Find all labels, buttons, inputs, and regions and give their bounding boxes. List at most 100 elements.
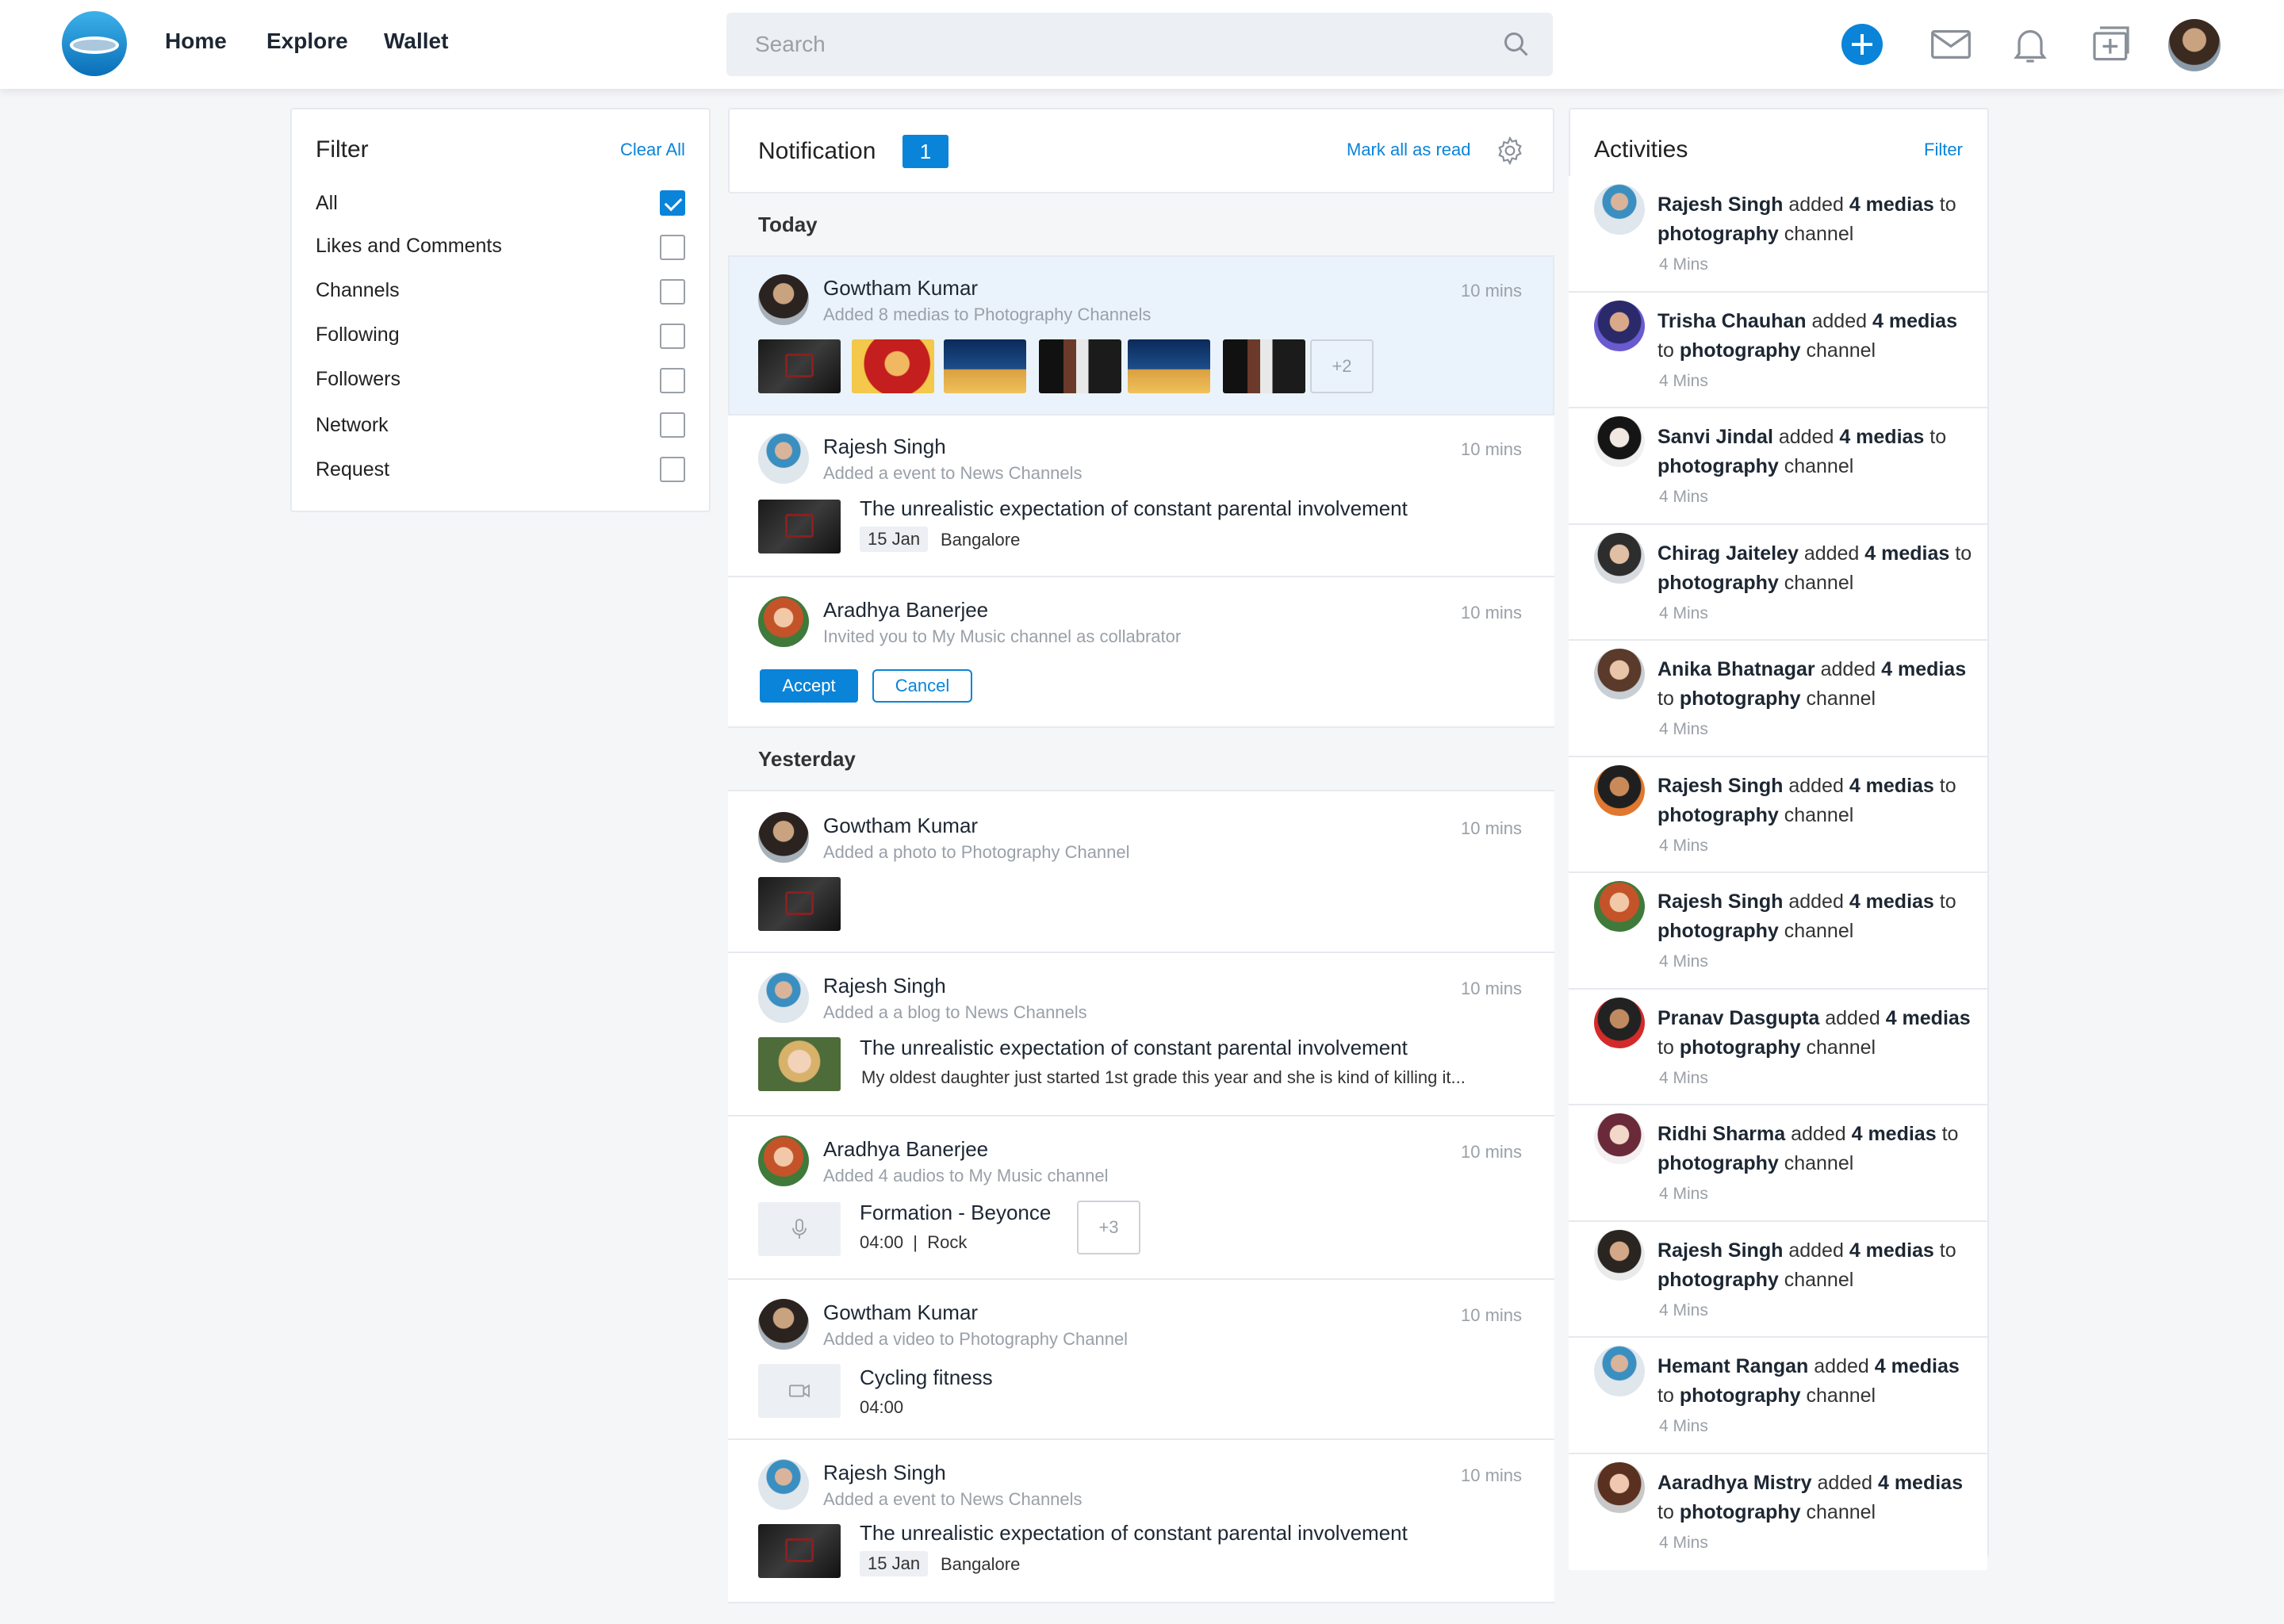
filter-checkbox-request[interactable]: [660, 457, 685, 482]
activity-item[interactable]: Trisha Chauhan added 4 medias to photogr…: [1569, 292, 1987, 408]
activity-channel[interactable]: photography: [1680, 339, 1801, 362]
activity-user-name[interactable]: Ridhi Sharma: [1657, 1123, 1785, 1145]
notification-author[interactable]: Rajesh Singh: [823, 1461, 946, 1485]
media-thumbnail[interactable]: [1128, 339, 1210, 393]
activity-channel[interactable]: photography: [1680, 688, 1801, 710]
activity-channel[interactable]: photography: [1680, 1036, 1801, 1059]
activity-channel[interactable]: photography: [1657, 920, 1779, 942]
avatar[interactable]: [758, 274, 809, 325]
activity-user-name[interactable]: Rajesh Singh: [1657, 1239, 1783, 1262]
filter-checkbox-followers[interactable]: [660, 368, 685, 393]
activity-user-name[interactable]: Rajesh Singh: [1657, 775, 1783, 797]
more-media-button[interactable]: +2: [1310, 339, 1374, 393]
activity-user-name[interactable]: Trisha Chauhan: [1657, 310, 1807, 332]
avatar[interactable]: [1594, 300, 1645, 351]
cancel-button[interactable]: Cancel: [872, 669, 972, 703]
video-thumbnail[interactable]: [758, 1364, 841, 1418]
mail-icon[interactable]: [1929, 22, 1973, 67]
activity-user-name[interactable]: Sanvi Jindal: [1657, 426, 1773, 448]
profile-avatar[interactable]: [2168, 19, 2221, 71]
avatar[interactable]: [1594, 1229, 1645, 1281]
notification-author[interactable]: Aradhya Banerjee: [823, 1137, 988, 1162]
activity-item[interactable]: Aaradhya Mistry added 4 medias to photog…: [1569, 1454, 1987, 1570]
notification-author[interactable]: Gowtham Kumar: [823, 814, 978, 838]
avatar[interactable]: [1594, 1346, 1645, 1396]
activity-item[interactable]: Rajesh Singh added 4 medias to photograp…: [1569, 756, 1987, 873]
activity-user-name[interactable]: Chirag Jaiteley: [1657, 542, 1799, 565]
activity-item[interactable]: Pranav Dasgupta added 4 medias to photog…: [1569, 989, 1987, 1105]
media-thumbnail[interactable]: [1223, 339, 1305, 393]
activity-channel[interactable]: photography: [1657, 223, 1779, 245]
filter-checkbox-likes[interactable]: [660, 235, 685, 260]
accept-button[interactable]: Accept: [760, 669, 858, 703]
plus-icon[interactable]: [1841, 24, 1883, 65]
search-bar[interactable]: Search: [726, 13, 1553, 76]
avatar[interactable]: [1594, 532, 1645, 584]
blog-title[interactable]: The unrealistic expectation of constant …: [860, 1036, 1408, 1060]
avatar[interactable]: [1594, 764, 1645, 816]
activity-user-name[interactable]: Hemant Rangan: [1657, 1355, 1808, 1377]
avatar[interactable]: [758, 812, 809, 863]
audio-title[interactable]: Formation - Beyonce: [860, 1201, 1051, 1225]
activity-channel[interactable]: photography: [1657, 455, 1779, 477]
media-thumbnail[interactable]: [944, 339, 1026, 393]
more-audio-button[interactable]: +3: [1077, 1201, 1140, 1254]
event-title[interactable]: The unrealistic expectation of constant …: [860, 496, 1408, 521]
audio-thumbnail[interactable]: [758, 1202, 841, 1256]
blog-thumbnail[interactable]: [758, 1037, 841, 1091]
activity-user-name[interactable]: Rajesh Singh: [1657, 193, 1783, 216]
avatar[interactable]: [758, 972, 809, 1023]
nav-home[interactable]: Home: [165, 29, 227, 54]
mark-all-read-link[interactable]: Mark all as read: [1347, 140, 1471, 160]
photo-thumbnail[interactable]: [758, 877, 841, 931]
avatar[interactable]: [1594, 1461, 1645, 1513]
filter-checkbox-channels[interactable]: [660, 279, 685, 304]
activity-channel[interactable]: photography: [1657, 804, 1779, 826]
avatar[interactable]: [1594, 184, 1645, 235]
add-media-icon[interactable]: [2089, 22, 2133, 67]
settings-icon[interactable]: [1494, 135, 1526, 167]
media-thumbnail[interactable]: [758, 339, 841, 393]
avatar[interactable]: [758, 1136, 809, 1186]
avatar[interactable]: [1594, 416, 1645, 467]
clear-all-link[interactable]: Clear All: [620, 140, 685, 160]
media-thumbnail[interactable]: [852, 339, 934, 393]
activity-item[interactable]: Chirag Jaiteley added 4 medias to photog…: [1569, 524, 1987, 641]
notification-author[interactable]: Rajesh Singh: [823, 974, 946, 998]
event-title[interactable]: The unrealistic expectation of constant …: [860, 1521, 1408, 1545]
activity-item[interactable]: Hemant Rangan added 4 medias to photogra…: [1569, 1338, 1987, 1454]
activity-item[interactable]: Rajesh Singh added 4 medias to photograp…: [1569, 1221, 1987, 1338]
activity-channel[interactable]: photography: [1680, 1501, 1801, 1523]
avatar[interactable]: [1594, 649, 1645, 699]
notification-author[interactable]: Aradhya Banerjee: [823, 598, 988, 622]
activity-channel[interactable]: photography: [1657, 1152, 1779, 1174]
activities-filter-link[interactable]: Filter: [1924, 140, 1963, 160]
avatar[interactable]: [758, 1459, 809, 1510]
media-thumbnail[interactable]: [1039, 339, 1121, 393]
nav-explore[interactable]: Explore: [266, 29, 348, 54]
filter-checkbox-following[interactable]: [660, 324, 685, 349]
activity-user-name[interactable]: Rajesh Singh: [1657, 891, 1783, 913]
avatar[interactable]: [1594, 997, 1645, 1048]
video-title[interactable]: Cycling fitness: [860, 1365, 993, 1390]
activity-user-name[interactable]: Aaradhya Mistry: [1657, 1472, 1812, 1494]
notification-author[interactable]: Gowtham Kumar: [823, 1300, 978, 1325]
activity-channel[interactable]: photography: [1657, 1269, 1779, 1291]
nav-wallet[interactable]: Wallet: [384, 29, 448, 54]
event-thumbnail[interactable]: [758, 500, 841, 553]
activity-item[interactable]: Anika Bhatnagar added 4 medias to photog…: [1569, 641, 1987, 757]
activity-channel[interactable]: photography: [1680, 1385, 1801, 1407]
avatar[interactable]: [758, 433, 809, 484]
avatar[interactable]: [1594, 1113, 1645, 1164]
activity-item[interactable]: Rajesh Singh added 4 medias to photograp…: [1569, 176, 1987, 293]
activity-channel[interactable]: photography: [1657, 572, 1779, 594]
filter-checkbox-network[interactable]: [660, 412, 685, 438]
filter-checkbox-all[interactable]: [660, 190, 685, 216]
bell-icon[interactable]: [2008, 22, 2052, 67]
notification-author[interactable]: Rajesh Singh: [823, 435, 946, 459]
avatar[interactable]: [1594, 881, 1645, 932]
activity-item[interactable]: Rajesh Singh added 4 medias to photograp…: [1569, 873, 1987, 990]
activity-item[interactable]: Ridhi Sharma added 4 medias to photograp…: [1569, 1105, 1987, 1222]
logo[interactable]: [62, 11, 127, 76]
search-icon[interactable]: [1502, 30, 1531, 59]
